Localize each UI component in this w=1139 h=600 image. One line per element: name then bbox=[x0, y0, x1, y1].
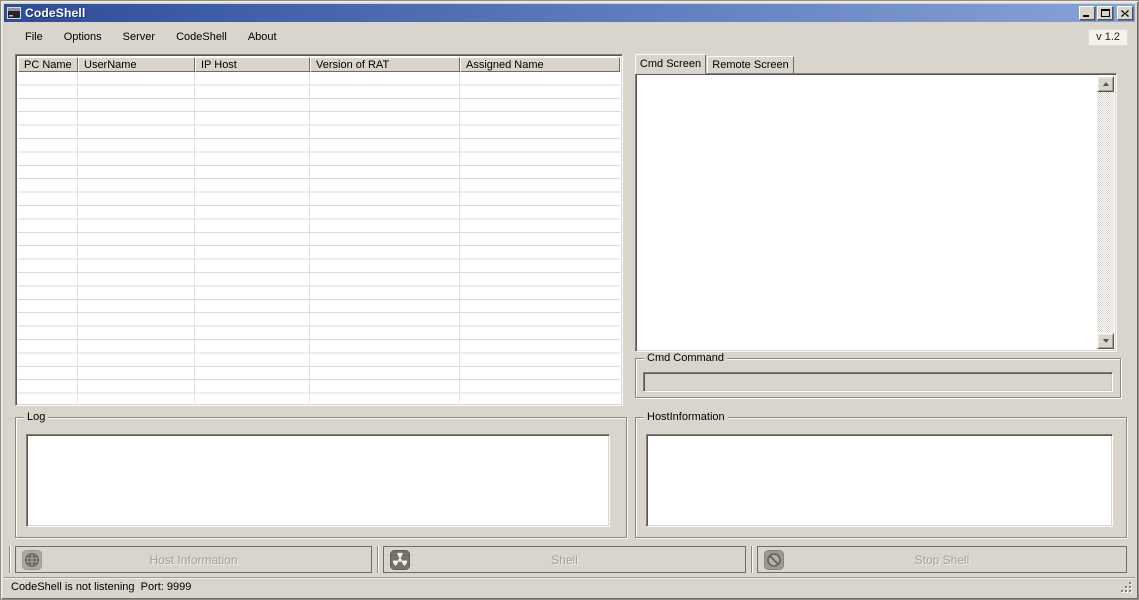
column-divider bbox=[309, 72, 310, 403]
toolbar-separator bbox=[9, 546, 11, 573]
cmd-command-label: Cmd Command bbox=[644, 352, 727, 365]
menu-codeshell[interactable]: CodeShell bbox=[172, 29, 231, 45]
column-header-assigned-name[interactable]: Assigned Name bbox=[460, 57, 620, 72]
cmd-command-input[interactable] bbox=[643, 372, 1113, 392]
log-group: Log bbox=[15, 417, 627, 538]
status-bar: CodeShell is not listening Port: 9999 bbox=[4, 577, 1135, 596]
tab-remote-screen[interactable]: Remote Screen bbox=[707, 56, 794, 74]
arrow-down-icon bbox=[1103, 339, 1109, 346]
column-divider bbox=[77, 72, 78, 403]
log-output[interactable] bbox=[26, 434, 610, 527]
tab-cmd-screen-label: Cmd Screen bbox=[640, 58, 701, 70]
stop-shell-button-label: Stop Shell bbox=[758, 553, 1126, 567]
menu-options[interactable]: Options bbox=[60, 29, 106, 45]
host-information-group: HostInformation bbox=[635, 417, 1127, 538]
toolbar-separator bbox=[751, 546, 753, 573]
tab-remote-screen-label: Remote Screen bbox=[712, 59, 788, 71]
vertical-scrollbar[interactable] bbox=[1097, 76, 1114, 349]
host-information-label: HostInformation bbox=[644, 411, 728, 424]
trefoil-icon bbox=[390, 550, 410, 570]
arrow-up-icon bbox=[1103, 79, 1109, 86]
host-information-button[interactable]: Host Information bbox=[15, 546, 372, 573]
app-window: CodeShell File Options Server CodeShell … bbox=[0, 0, 1139, 600]
app-icon bbox=[7, 7, 21, 19]
column-header-pc-name[interactable]: PC Name bbox=[18, 57, 78, 72]
column-header-ip-host[interactable]: IP Host bbox=[195, 57, 310, 72]
hosts-table[interactable]: PC Name UserName IP Host Version of RAT … bbox=[15, 54, 623, 406]
version-label: v 1.2 bbox=[1088, 29, 1128, 46]
close-button[interactable] bbox=[1117, 6, 1133, 20]
host-information-button-label: Host Information bbox=[16, 553, 371, 567]
column-divider bbox=[459, 72, 460, 403]
cmd-command-group: Cmd Command bbox=[635, 358, 1121, 398]
status-text: CodeShell is not listening Port: 9999 bbox=[11, 581, 191, 593]
globe-icon bbox=[22, 550, 42, 570]
minimize-icon bbox=[1083, 10, 1091, 17]
scroll-down-button[interactable] bbox=[1097, 333, 1114, 349]
scroll-up-button[interactable] bbox=[1097, 76, 1114, 92]
close-icon bbox=[1121, 10, 1129, 17]
minimize-button[interactable] bbox=[1079, 6, 1095, 20]
title-bar[interactable]: CodeShell bbox=[4, 4, 1135, 22]
maximize-button[interactable] bbox=[1097, 6, 1113, 20]
column-header-version-of-rat[interactable]: Version of RAT bbox=[310, 57, 460, 72]
tab-cmd-screen[interactable]: Cmd Screen bbox=[635, 54, 706, 74]
maximize-icon bbox=[1101, 9, 1110, 17]
menu-server[interactable]: Server bbox=[119, 29, 159, 45]
stop-shell-button[interactable]: Stop Shell bbox=[757, 546, 1127, 573]
hosts-table-header: PC Name UserName IP Host Version of RAT … bbox=[18, 57, 620, 72]
shell-button[interactable]: Shell bbox=[383, 546, 746, 573]
menu-file[interactable]: File bbox=[21, 29, 47, 45]
window-title: CodeShell bbox=[25, 6, 85, 20]
no-entry-icon bbox=[764, 550, 784, 570]
hosts-table-body[interactable] bbox=[18, 72, 620, 403]
column-divider bbox=[194, 72, 195, 403]
menu-bar: File Options Server CodeShell About v 1.… bbox=[5, 25, 1134, 49]
host-information-output[interactable] bbox=[646, 434, 1113, 527]
resize-grip[interactable] bbox=[1129, 590, 1131, 592]
shell-button-label: Shell bbox=[384, 553, 745, 567]
log-label: Log bbox=[24, 411, 48, 424]
cmd-screen-output[interactable] bbox=[635, 73, 1117, 352]
menu-about[interactable]: About bbox=[244, 29, 281, 45]
toolbar-separator bbox=[377, 546, 379, 573]
column-header-username[interactable]: UserName bbox=[78, 57, 195, 72]
